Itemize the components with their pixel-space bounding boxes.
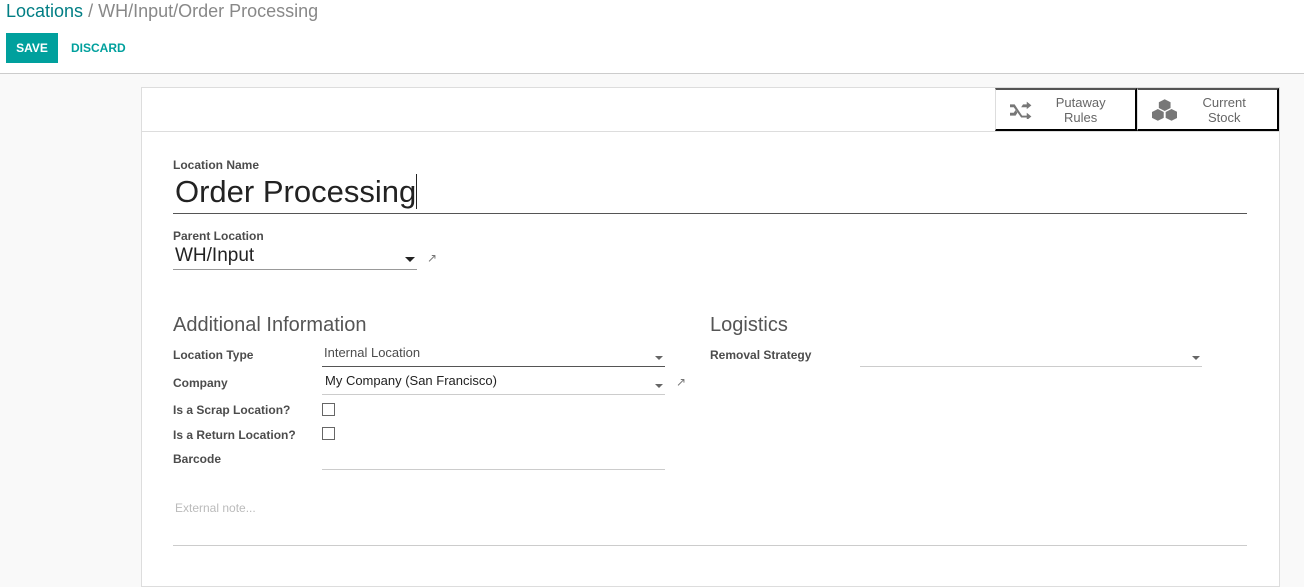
chevron-down-icon <box>1192 355 1200 360</box>
barcode-label: Barcode <box>173 452 222 466</box>
company-label: Company <box>173 376 228 390</box>
chevron-down-icon <box>655 355 663 360</box>
company-value: My Company (San Francisco) <box>325 373 497 388</box>
return-location-label: Is a Return Location? <box>173 428 296 442</box>
external-link-icon[interactable]: ↗ <box>676 375 686 389</box>
location-type-label: Location Type <box>173 348 254 362</box>
return-location-checkbox[interactable] <box>322 427 335 440</box>
external-link-icon[interactable]: ↗ <box>427 251 437 265</box>
removal-strategy-select[interactable] <box>860 345 1202 367</box>
location-name-value: Order Processing <box>175 174 418 209</box>
barcode-input[interactable] <box>322 448 665 470</box>
parent-location-label: Parent Location <box>173 229 264 243</box>
putaway-rules-button[interactable]: Putaway Rules <box>995 88 1137 131</box>
logistics-title: Logistics <box>710 314 788 336</box>
breadcrumb-separator: / <box>88 1 94 21</box>
location-type-value: Internal Location <box>324 345 421 360</box>
parent-location-value: WH/Input <box>175 245 255 266</box>
breadcrumb-current: WH/Input/Order Processing <box>98 1 319 21</box>
external-note-input[interactable]: External note... <box>173 498 1247 546</box>
putaway-rules-label: Putaway Rules <box>1055 94 1106 125</box>
parent-location-select[interactable]: WH/Input <box>173 245 417 270</box>
location-type-select[interactable]: Internal Location <box>322 345 665 367</box>
save-button[interactable]: SAVE <box>6 33 58 63</box>
breadcrumb: Locations / WH/Input/Order Processing <box>6 1 318 22</box>
scrap-location-checkbox[interactable] <box>322 403 335 416</box>
current-stock-label: Current Stock <box>1202 94 1246 125</box>
chevron-down-icon <box>405 257 415 262</box>
current-stock-button[interactable]: Current Stock <box>1137 88 1279 131</box>
additional-info-title: Additional Information <box>173 314 367 336</box>
button-box: Putaway Rules Current Stock <box>142 88 1279 132</box>
breadcrumb-locations-link[interactable]: Locations <box>6 1 83 21</box>
shuffle-icon <box>1010 101 1032 119</box>
location-name-input[interactable]: Order Processing <box>173 172 1247 214</box>
scrap-location-label: Is a Scrap Location? <box>173 403 291 417</box>
discard-button[interactable]: DISCARD <box>64 33 133 63</box>
chevron-down-icon <box>655 383 663 388</box>
removal-strategy-label: Removal Strategy <box>710 348 812 362</box>
cubes-icon <box>1152 98 1178 121</box>
company-select[interactable]: My Company (San Francisco) <box>322 373 665 395</box>
control-panel: Locations / WH/Input/Order Processing SA… <box>0 0 1304 74</box>
location-name-label: Location Name <box>173 158 260 172</box>
